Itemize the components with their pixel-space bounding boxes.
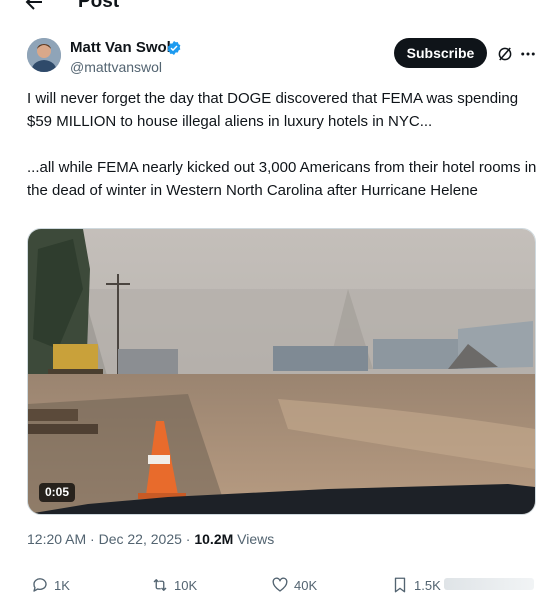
page-title: Post <box>78 0 120 12</box>
post-metadata: 12:20 AM · Dec 22, 2025 · 10.2M Views <box>27 530 274 548</box>
reply-icon <box>33 578 47 592</box>
more-horizontal-icon[interactable] <box>519 45 537 63</box>
like-count: 40K <box>294 577 318 593</box>
action-bar: 1K 10K 40K 1.5K <box>0 574 552 596</box>
grok-icon[interactable] <box>496 45 514 63</box>
tweet-paragraph-2: ...all while FEMA nearly kicked out 3,00… <box>27 159 537 199</box>
like-button[interactable]: 40K <box>271 574 317 596</box>
share-area[interactable] <box>444 578 534 590</box>
bookmark-icon <box>394 577 406 593</box>
tweet-text: I will never forget the day that DOGE di… <box>27 87 542 202</box>
meta-separator: · <box>86 531 99 547</box>
video-frame <box>28 229 535 514</box>
repost-count: 10K <box>174 577 198 593</box>
reply-button[interactable]: 1K <box>31 574 70 596</box>
bookmark-count: 1.5K <box>414 577 441 593</box>
author-name[interactable]: Matt Van Swol <box>70 39 171 57</box>
meta-separator: · <box>181 531 195 547</box>
author-row: Matt Van Swol @mattvanswol Subscribe <box>0 32 552 82</box>
reply-count: 1K <box>54 577 70 593</box>
heart-icon <box>272 577 288 592</box>
tweet-paragraph-1: I will never forget the day that DOGE di… <box>27 90 519 130</box>
verified-badge-icon <box>167 41 181 55</box>
repost-button[interactable]: 10K <box>151 574 197 596</box>
avatar[interactable] <box>27 38 61 72</box>
post-time[interactable]: 12:20 AM <box>27 531 86 547</box>
arrow-left-icon[interactable] <box>22 0 46 14</box>
views-label: Views <box>233 531 275 547</box>
views-count: 10.2M <box>194 531 234 547</box>
subscribe-button[interactable]: Subscribe <box>394 38 487 68</box>
video-duration: 0:05 <box>39 483 76 502</box>
post-date[interactable]: Dec 22, 2025 <box>99 531 182 547</box>
author-handle[interactable]: @mattvanswol <box>70 58 162 76</box>
bookmark-button[interactable]: 1.5K <box>391 574 441 596</box>
repost-icon <box>153 579 167 591</box>
video-player[interactable]: 0:05 <box>27 228 536 515</box>
page-header: Post <box>0 0 552 20</box>
